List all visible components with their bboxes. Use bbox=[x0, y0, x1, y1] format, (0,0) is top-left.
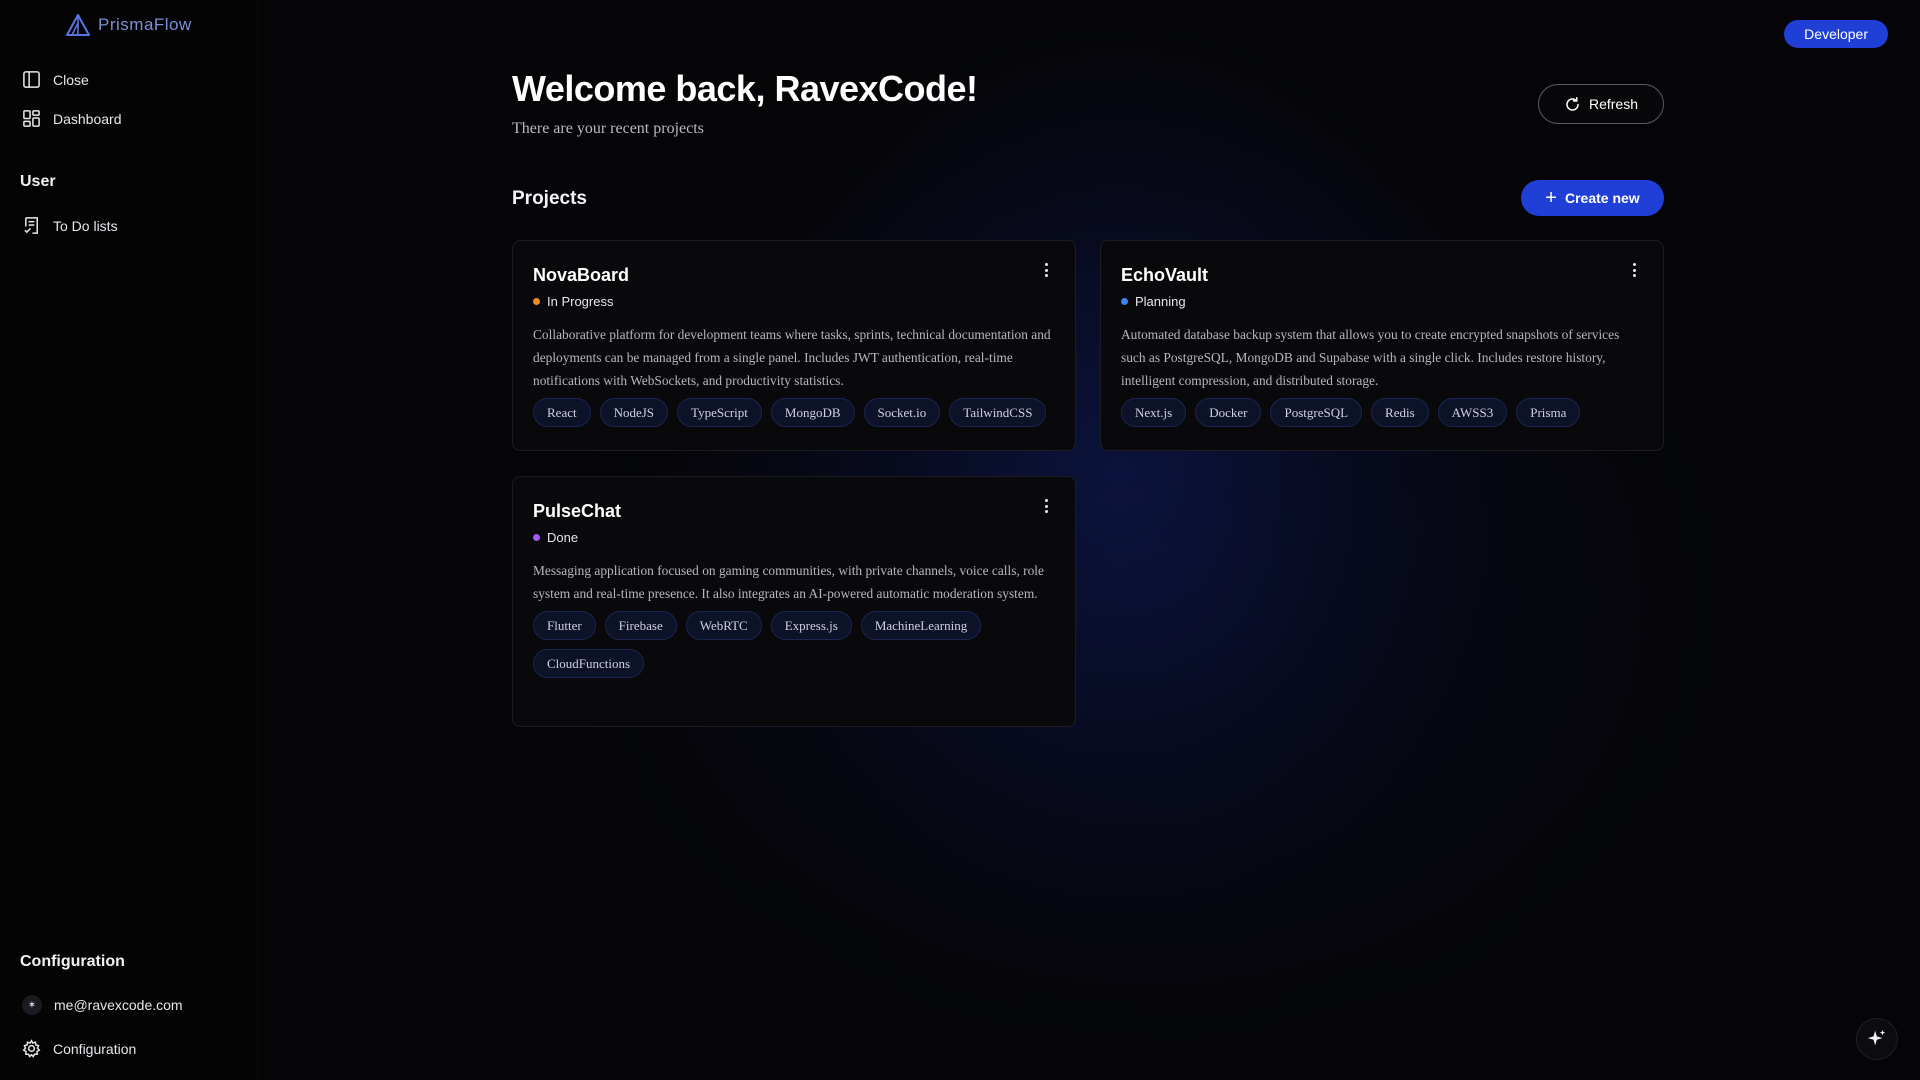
page-subtitle: There are your recent projects bbox=[512, 120, 704, 137]
status-dot-icon bbox=[533, 534, 540, 541]
projects-title: Projects bbox=[512, 188, 587, 209]
gear-icon bbox=[22, 1039, 41, 1058]
tech-tag: Next.js bbox=[1121, 398, 1187, 427]
tech-tag: MongoDB bbox=[770, 398, 855, 427]
project-description: Automated database backup system that al… bbox=[1121, 327, 1620, 388]
more-options-icon[interactable] bbox=[1627, 261, 1641, 279]
brand[interactable]: PrismaFlow bbox=[66, 14, 192, 36]
page-title: Welcome back, RavexCode! bbox=[512, 68, 978, 109]
sidebar-item-close[interactable]: Close bbox=[22, 70, 89, 89]
tech-tag: MachineLearning bbox=[860, 611, 982, 640]
main-content: Welcome back, RavexCode! There are your … bbox=[512, 0, 1664, 1080]
tech-tag: TypeScript bbox=[677, 398, 762, 427]
clipboard-list-icon bbox=[24, 217, 38, 234]
project-card-echovault[interactable]: EchoVault Planning Automated database ba… bbox=[1100, 240, 1664, 451]
tech-tag: PostgreSQL bbox=[1270, 398, 1363, 427]
more-options-icon[interactable] bbox=[1039, 497, 1053, 515]
tech-tag: Redis bbox=[1371, 398, 1429, 427]
refresh-icon bbox=[1566, 96, 1579, 111]
sidebar-section-user: User bbox=[20, 173, 56, 190]
project-description: Collaborative platform for development t… bbox=[533, 327, 1051, 388]
tech-tag: React bbox=[533, 398, 591, 427]
prisma-logo-icon bbox=[66, 14, 90, 36]
project-title: EchoVault bbox=[1121, 265, 1209, 285]
sidebar-item-label: To Do lists bbox=[53, 217, 118, 234]
brand-name: PrismaFlow bbox=[98, 15, 192, 34]
status-badge: In Progress bbox=[533, 294, 1055, 309]
tag-list: Flutter Firebase WebRTC Express.js MachineLe… bbox=[533, 611, 1055, 678]
status-label: Planning bbox=[1135, 294, 1186, 309]
tech-tag: NodeJS bbox=[599, 398, 669, 427]
tech-tag: Docker bbox=[1195, 398, 1262, 427]
refresh-button[interactable]: Refresh bbox=[1538, 84, 1664, 124]
tech-tag: AWSS3 bbox=[1437, 398, 1508, 427]
sidebar-item-dashboard[interactable]: Dashboard bbox=[22, 109, 122, 128]
sidebar-item-label: Dashboard bbox=[53, 110, 122, 127]
sidebar-item-todo-lists[interactable]: To Do lists bbox=[22, 216, 118, 235]
status-badge: Done bbox=[533, 530, 1055, 545]
tech-tag: TailwindCSS bbox=[949, 398, 1047, 427]
project-title: NovaBoard bbox=[533, 265, 630, 285]
developer-role-button[interactable]: Developer bbox=[1784, 20, 1888, 48]
sidebar-section-configuration: Configuration bbox=[20, 953, 125, 970]
create-new-button[interactable]: + Create new bbox=[1521, 180, 1664, 216]
more-options-icon[interactable] bbox=[1039, 261, 1053, 279]
avatar: ✶ bbox=[22, 995, 42, 1015]
sidebar-user-account[interactable]: ✶ me@ravexcode.com bbox=[22, 995, 183, 1015]
status-label: Done bbox=[547, 530, 579, 545]
status-dot-icon bbox=[1121, 298, 1128, 305]
sidebar-panel-icon bbox=[23, 71, 40, 88]
ai-assistant-button[interactable] bbox=[1856, 1018, 1898, 1060]
tag-list: Next.js Docker PostgreSQL Redis AWSS3 Prisma bbox=[1121, 398, 1643, 427]
plus-icon: + bbox=[1545, 187, 1557, 209]
tech-tag: Prisma bbox=[1516, 398, 1581, 427]
sidebar-item-label: Configuration bbox=[53, 1040, 137, 1057]
status-dot-icon bbox=[533, 298, 540, 305]
tech-tag: Socket.io bbox=[863, 398, 941, 427]
project-card-novaboard[interactable]: NovaBoard In Progress Collaborative plat… bbox=[512, 240, 1076, 451]
tag-list: React NodeJS TypeScript MongoDB Socket.io Tai… bbox=[533, 398, 1055, 427]
sparkle-icon bbox=[1867, 1029, 1886, 1046]
sidebar-item-configuration[interactable]: Configuration bbox=[22, 1039, 136, 1058]
status-label: In Progress bbox=[547, 294, 614, 309]
dashboard-grid-icon bbox=[23, 110, 40, 127]
refresh-label: Refresh bbox=[1588, 96, 1639, 112]
create-new-label: Create new bbox=[1564, 190, 1640, 206]
sidebar: PrismaFlow Close Dashboard User To Do li… bbox=[0, 0, 258, 1080]
tech-tag: Flutter bbox=[533, 611, 596, 640]
project-description: Messaging application focused on gaming … bbox=[533, 563, 1044, 601]
tech-tag: Firebase bbox=[604, 611, 677, 640]
sidebar-item-label: Close bbox=[53, 71, 89, 88]
user-email: me@ravexcode.com bbox=[54, 997, 183, 1013]
status-badge: Planning bbox=[1121, 294, 1643, 309]
project-card-pulsechat[interactable]: PulseChat Done Messaging application foc… bbox=[512, 476, 1076, 727]
tech-tag: Express.js bbox=[770, 611, 852, 640]
tech-tag: CloudFunctions bbox=[533, 649, 645, 678]
tech-tag: WebRTC bbox=[685, 611, 762, 640]
project-title: PulseChat bbox=[533, 501, 622, 521]
